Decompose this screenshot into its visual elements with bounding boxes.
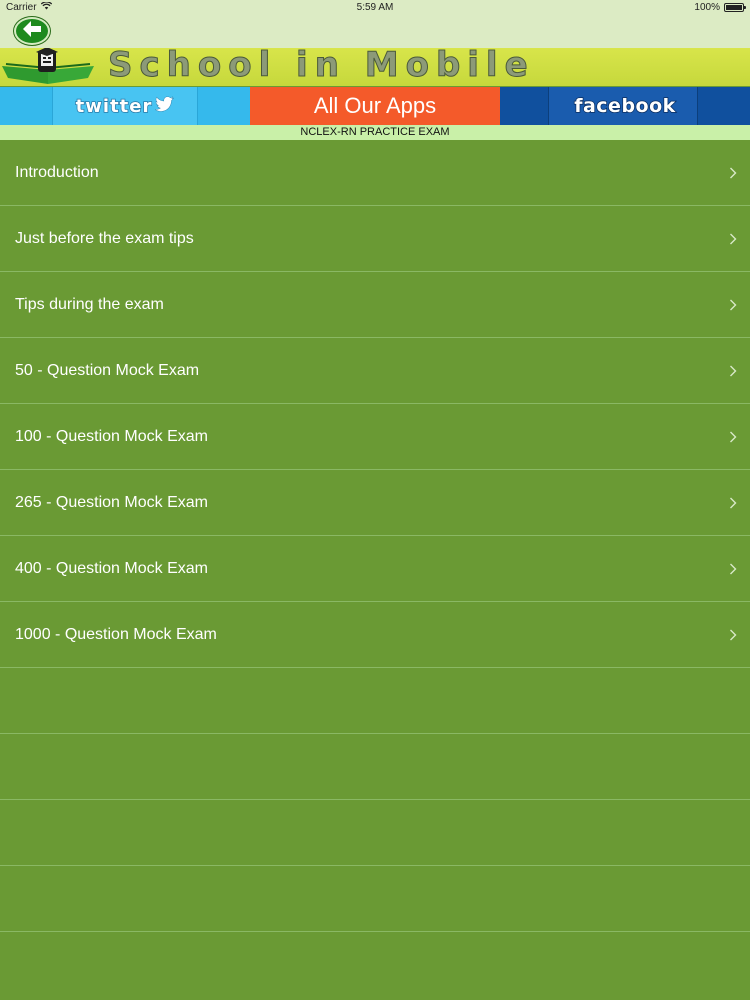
chevron-right-icon (726, 364, 740, 378)
wifi-icon (40, 0, 52, 13)
list-item-50-question-exam[interactable]: 50 - Question Mock Exam (0, 338, 750, 404)
chevron-right-icon (726, 232, 740, 246)
list-item-label: 100 - Question Mock Exam (15, 427, 208, 445)
arrow-left-icon (22, 20, 42, 43)
menu-list: Introduction Just before the exam tips T… (0, 140, 750, 932)
battery-icon (724, 2, 746, 12)
list-item-label: Introduction (15, 163, 99, 181)
list-item-100-question-exam[interactable]: 100 - Question Mock Exam (0, 404, 750, 470)
status-bar: Carrier 5:59 AM 100% (0, 0, 750, 14)
list-item-during-exam-tips[interactable]: Tips during the exam (0, 272, 750, 338)
list-item-400-question-exam[interactable]: 400 - Question Mock Exam (0, 536, 750, 602)
banner-title: School in Mobile (108, 48, 535, 85)
list-item-1000-question-exam[interactable]: 1000 - Question Mock Exam (0, 602, 750, 668)
chevron-right-icon (726, 298, 740, 312)
carrier-label: Carrier (6, 1, 37, 13)
status-right: 100% (694, 1, 746, 13)
empty-list-row (0, 866, 750, 932)
list-item-label: Tips during the exam (15, 295, 164, 313)
back-button[interactable] (14, 17, 50, 45)
app-banner: School in Mobile (0, 48, 750, 86)
list-item-265-question-exam[interactable]: 265 - Question Mock Exam (0, 470, 750, 536)
twitter-button[interactable]: twitter (0, 87, 250, 125)
list-item-label: 265 - Question Mock Exam (15, 493, 208, 511)
all-apps-label: All Our Apps (313, 93, 437, 118)
battery-fill (726, 4, 742, 10)
status-time: 5:59 AM (356, 1, 394, 13)
list-item-introduction[interactable]: Introduction (0, 140, 750, 206)
list-item-label: 1000 - Question Mock Exam (15, 625, 217, 643)
list-item-label: Just before the exam tips (15, 229, 194, 247)
chevron-right-icon (726, 562, 740, 576)
chevron-right-icon (726, 430, 740, 444)
status-left: Carrier (6, 0, 52, 13)
battery-percent: 100% (694, 1, 720, 13)
empty-list-row (0, 734, 750, 800)
facebook-button[interactable]: facebook (500, 87, 750, 125)
social-bar: twitter All Our Apps facebook (0, 87, 750, 125)
list-item-label: 50 - Question Mock Exam (15, 361, 200, 379)
all-apps-button[interactable]: All Our Apps (250, 87, 500, 125)
twitter-label: twitter (75, 95, 153, 118)
page-title: NCLEX-RN PRACTICE EXAM (0, 125, 750, 140)
empty-list-row (0, 668, 750, 734)
list-item-before-exam-tips[interactable]: Just before the exam tips (0, 206, 750, 272)
graduation-cap-book-icon (0, 48, 100, 86)
list-item-label: 400 - Question Mock Exam (15, 559, 208, 577)
empty-list-row (0, 800, 750, 866)
chevron-right-icon (726, 496, 740, 510)
twitter-bird-icon (154, 95, 175, 117)
twitter-label-wrap: twitter (75, 95, 175, 118)
chevron-right-icon (726, 628, 740, 642)
facebook-label: facebook (573, 94, 676, 118)
chevron-right-icon (726, 166, 740, 180)
navigation-bar (0, 14, 750, 48)
